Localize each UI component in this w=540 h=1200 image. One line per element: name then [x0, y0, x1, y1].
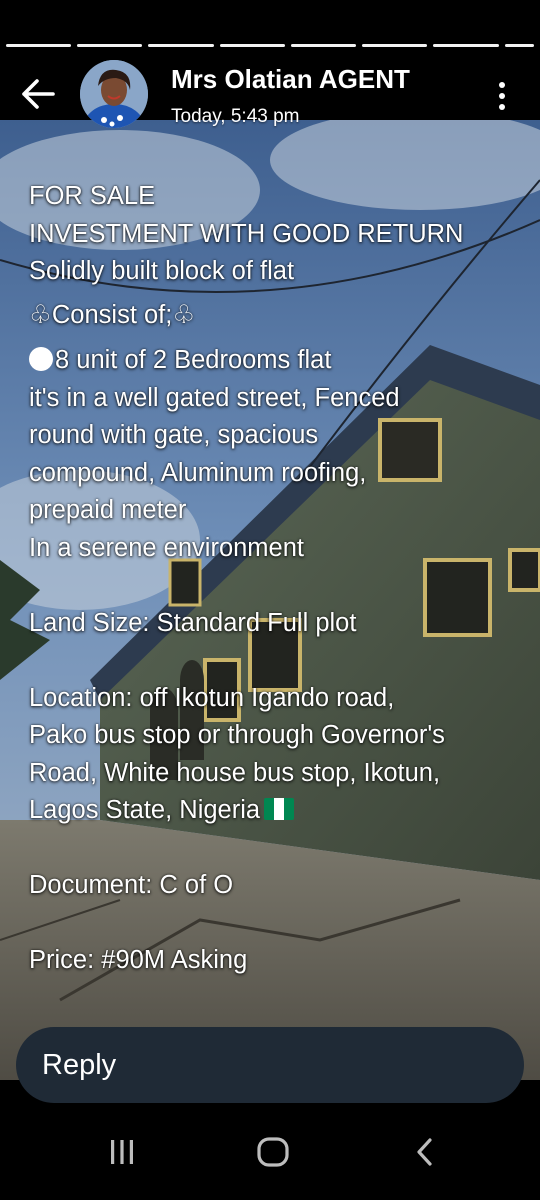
caption-line: Land Size: Standard Full plot	[29, 608, 357, 637]
progress-segment	[148, 44, 214, 47]
home-icon	[257, 1137, 289, 1167]
more-vertical-icon	[499, 82, 505, 88]
caption-line: FOR SALE	[29, 182, 156, 210]
caption-line: Price: #90M Asking	[29, 946, 248, 974]
caption-line: INVESTMENT WITH GOOD RETURN	[29, 219, 464, 248]
arrow-left-icon	[22, 79, 55, 109]
recents-button[interactable]	[92, 1132, 152, 1172]
recents-icon	[111, 1140, 133, 1164]
progress-segment	[433, 44, 499, 47]
caption-line-text: Lagos State, Nigeria	[29, 796, 261, 824]
club-icon: ♧	[29, 300, 52, 329]
more-vertical-icon-dot	[499, 104, 505, 110]
caption-gap	[29, 567, 529, 605]
progress-segment	[6, 44, 72, 47]
caption-line: Location: off Ikotun Igando road,	[29, 683, 395, 712]
caption-line-text: Consist of;	[51, 300, 173, 329]
caption-line: Solidly built block of flat	[29, 257, 295, 285]
author-name[interactable]: Mrs Olatian AGENT	[171, 64, 410, 95]
progress-segment	[290, 44, 357, 47]
caption-line: prepaid meter	[29, 496, 187, 524]
caption-line: it's in a well gated street, Fenced	[29, 383, 400, 412]
caption-line: Pako bus stop or through Governor's	[29, 721, 445, 749]
system-navigation-bar	[0, 1104, 540, 1200]
caption-line: Road, White house bus stop, Ikotun,	[29, 758, 441, 787]
status-viewer-screen: Mrs Olatian AGENT Today, 5:43 pm FOR SAL…	[0, 0, 540, 1200]
caption-line: Lagos State, Nigeria	[29, 792, 529, 830]
home-button[interactable]	[243, 1132, 303, 1172]
avatar[interactable]	[80, 60, 148, 128]
back-button[interactable]	[18, 74, 58, 114]
status-caption: FOR SALE INVESTMENT WITH GOOD RETURN Sol…	[29, 178, 529, 980]
caption-gap	[29, 830, 529, 868]
progress-segment	[219, 44, 285, 47]
nav-back-button[interactable]	[395, 1132, 455, 1172]
progress-segment	[504, 44, 534, 47]
caption-line: round with gate, spacious	[29, 421, 319, 449]
progress-segment	[77, 44, 143, 47]
club-icon: ♧	[172, 300, 196, 329]
caption-line-text: 8 unit of 2 Bedrooms flat	[55, 346, 332, 374]
progress-segment	[362, 44, 428, 47]
caption-line: compound, Aluminum roofing,	[29, 458, 367, 487]
caption-line: Document: C of O	[29, 871, 234, 899]
more-options-button[interactable]	[488, 78, 516, 114]
more-vertical-icon-dot	[499, 93, 505, 99]
caption-gap	[29, 905, 529, 943]
white-circle-icon	[29, 347, 53, 371]
nav-back-icon	[417, 1138, 432, 1166]
caption-line: In a serene environment	[29, 533, 304, 562]
reply-label: Reply	[42, 1048, 117, 1081]
nigeria-flag-icon	[264, 798, 295, 820]
status-progress-bar	[6, 44, 534, 48]
status-header: Mrs Olatian AGENT Today, 5:43 pm	[0, 56, 540, 128]
caption-gap	[29, 642, 529, 680]
caption-line: 8 unit of 2 Bedrooms flat	[29, 342, 529, 380]
status-timestamp: Today, 5:43 pm	[171, 106, 300, 127]
caption-line: ♧Consist of;♧	[29, 297, 529, 335]
reply-input[interactable]: Reply	[16, 1027, 524, 1103]
